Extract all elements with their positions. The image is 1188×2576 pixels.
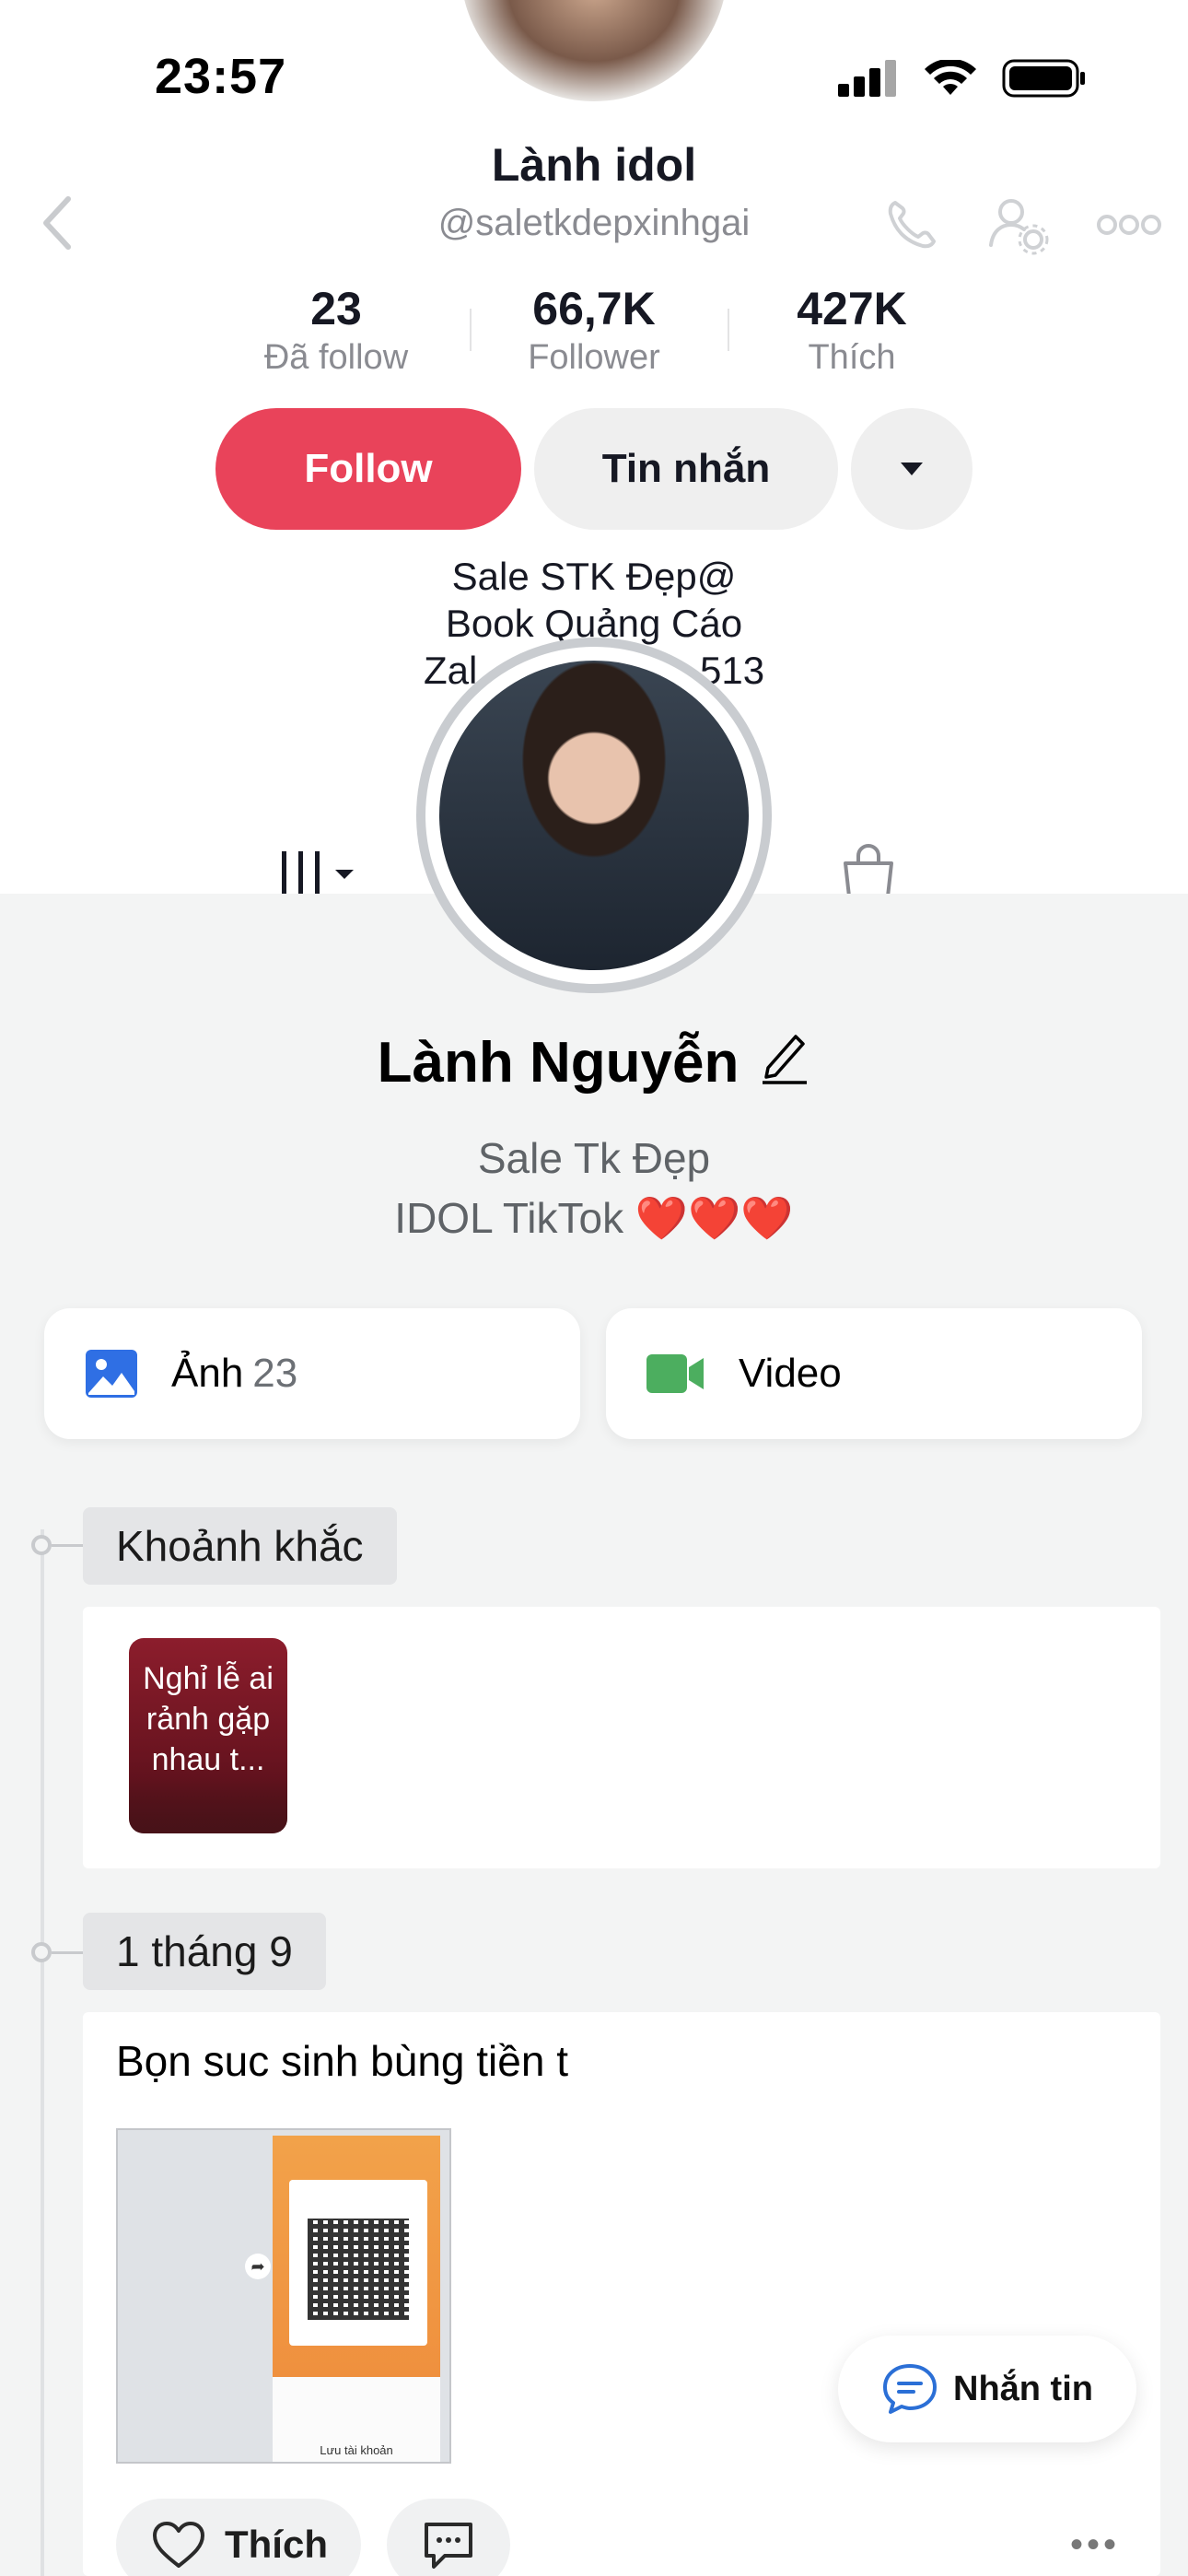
timeline-line xyxy=(41,1529,44,2576)
date-label: 1 tháng 9 xyxy=(83,1913,326,1990)
zalo-name-row: Lành Nguyễn xyxy=(0,1027,1188,1098)
stat-likes-value: 427K xyxy=(797,283,907,334)
photos-button[interactable]: Ảnh 23 xyxy=(44,1308,580,1439)
qr-code xyxy=(308,2219,409,2320)
stat-likes-label: Thích xyxy=(808,338,896,377)
signal-icon xyxy=(838,60,896,97)
post-image[interactable]: ➦ Lưu tài khoản xyxy=(116,2128,451,2464)
battery-icon xyxy=(1002,59,1085,98)
photos-count: 23 xyxy=(252,1351,298,1396)
user-settings-icon[interactable] xyxy=(987,193,1050,261)
status-time: 23:57 xyxy=(155,49,287,104)
wifi-icon xyxy=(925,60,976,95)
video-button[interactable]: Video xyxy=(606,1308,1142,1439)
tiktok-stats: 23 Đã follow 66,7K Follower 427K Thích xyxy=(212,281,976,379)
grid-tab-icon xyxy=(282,851,354,896)
share-arrow-icon: ➦ xyxy=(245,2254,271,2279)
comment-button[interactable] xyxy=(387,2499,510,2576)
follow-button[interactable]: Follow xyxy=(215,408,521,530)
videos-tab[interactable] xyxy=(276,848,365,900)
timeline-dot xyxy=(31,1942,52,1962)
chat-button-label: Nhắn tin xyxy=(953,2369,1093,2408)
status-icons xyxy=(838,55,1087,101)
photos-label-wrap: Ảnh 23 xyxy=(171,1351,297,1397)
timeline-connector xyxy=(52,1544,85,1547)
tiktok-avatar[interactable] xyxy=(460,0,728,101)
more-options-icon[interactable] xyxy=(1096,214,1162,240)
shopping-bag-icon xyxy=(844,844,893,898)
bio-line: Sale STK Đẹp@ xyxy=(451,555,737,598)
chat-bubble-icon xyxy=(883,2364,937,2414)
zalo-display-name: Lành Nguyễn xyxy=(377,1031,740,1095)
photos-label: Ảnh xyxy=(171,1351,244,1396)
zalo-bio-line-2: IDOL TikTok ❤️❤️❤️ xyxy=(394,1194,794,1242)
zalo-bio-line-1: Sale Tk Đẹp xyxy=(477,1134,711,1182)
stat-likes[interactable]: 427K Thích xyxy=(728,281,976,379)
post-more-icon[interactable]: ••• xyxy=(1070,2524,1120,2566)
timeline-connector xyxy=(52,1951,85,1954)
chat-button[interactable]: Nhắn tin xyxy=(838,2336,1136,2442)
top-actions xyxy=(882,193,1162,261)
suggested-accounts-button[interactable] xyxy=(851,408,973,530)
message-button[interactable]: Tin nhắn xyxy=(534,408,838,530)
stat-followers-label: Follower xyxy=(528,338,660,377)
moment-thumbnail-shade xyxy=(129,1778,287,1833)
qr-caption: Lưu tài khoản xyxy=(320,2443,393,2457)
caret-down-icon xyxy=(901,463,923,475)
moment-text: Nghỉ lễ ai rảnh gặp nhau t... xyxy=(143,1661,274,1777)
zalo-avatar xyxy=(439,661,749,970)
stat-following[interactable]: 23 Đã follow xyxy=(212,281,472,379)
like-button[interactable]: Thích xyxy=(116,2499,361,2576)
photo-icon xyxy=(86,1350,137,1398)
heart-icon xyxy=(153,2522,204,2568)
like-label: Thích xyxy=(225,2523,328,2566)
video-camera-icon xyxy=(646,1354,704,1393)
stat-followers[interactable]: 66,7K Follower xyxy=(470,281,729,379)
zalo-avatar-frame[interactable] xyxy=(416,638,772,993)
timeline-dot xyxy=(31,1535,52,1555)
stat-following-value: 23 xyxy=(310,283,362,334)
stat-following-label: Đã follow xyxy=(263,338,409,377)
moments-label: Khoảnh khắc xyxy=(83,1507,397,1585)
stat-followers-value: 66,7K xyxy=(532,283,656,334)
post-text: Bọn suc sinh bùng tiền t xyxy=(116,2037,568,2085)
video-label: Video xyxy=(739,1351,842,1396)
comment-icon xyxy=(425,2523,472,2569)
edit-pencil-icon[interactable] xyxy=(759,1027,810,1098)
bio-line-fragment: Zal xyxy=(424,649,478,692)
phone-icon[interactable] xyxy=(882,195,941,259)
tiktok-display-name: Lành idol xyxy=(491,139,697,191)
